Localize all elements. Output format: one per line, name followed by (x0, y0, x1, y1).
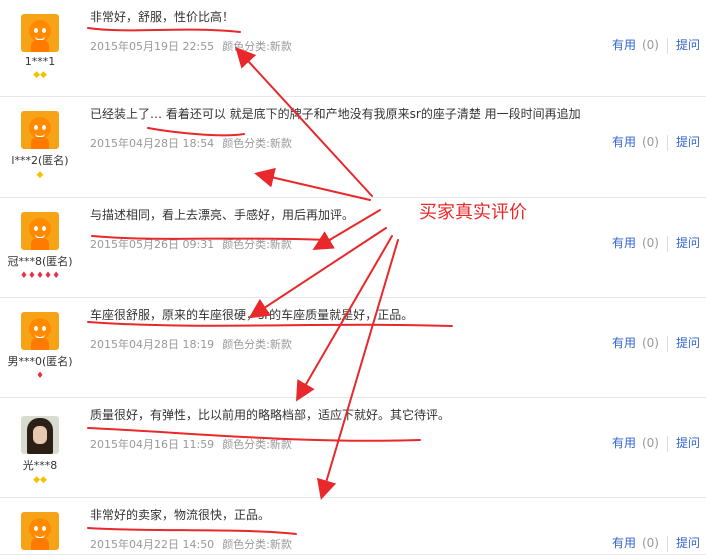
reviewer-info: 1***1 ◆◆ (0, 14, 80, 80)
action-divider (666, 435, 668, 452)
review-meta: 2015年04月22日 14:50 颜色分类:新款 (90, 536, 630, 552)
ask-question-link[interactable]: 提问 (676, 135, 700, 149)
review-text: 车座很舒服，原来的车座很硬，sr的车座质量就是好，正品。 (90, 308, 414, 322)
avatar[interactable] (21, 14, 59, 52)
credit-badge-icon: ◆◆ (33, 475, 47, 485)
reviewer-info: l***2(匿名) ◆ (0, 111, 80, 180)
review-actions: 有用 (0) 提问 (612, 534, 700, 552)
review-actions: 有用 (0) 提问 (612, 434, 700, 452)
avatar[interactable] (21, 416, 59, 454)
credit-badge-icon: ◆ (36, 170, 44, 180)
annotation-label: 买家真实评价 (419, 202, 527, 223)
action-divider (666, 37, 668, 54)
review-actions: 有用 (0) 提问 (612, 133, 700, 151)
review-actions: 有用 (0) 提问 (612, 36, 700, 54)
action-divider (666, 335, 668, 352)
review-meta: 2015年04月28日 18:19 颜色分类:新款 (90, 336, 630, 352)
review-item: 冠***8(匿名) ♦♦♦♦♦ 与描述相同，看上去漂亮、手感好，用后再加评。 2015… (0, 198, 706, 298)
ask-question-link[interactable]: 提问 (676, 436, 700, 450)
review-meta: 2015年05月26日 09:31 颜色分类:新款 (90, 236, 630, 252)
useful-count: (0) (641, 536, 659, 550)
ask-question-link[interactable]: 提问 (676, 38, 700, 52)
review-item: l***2(匿名) ◆ 已经装上了… 看着还可以 就是底下的牌子和产地没有我原来sr… (0, 97, 706, 198)
review-meta: 2015年05月19日 22:55 颜色分类:新款 (90, 38, 630, 54)
review-item: 非常好的卖家，物流很快，正品。 2015年04月22日 14:50 颜色分类:新款 有… (0, 498, 706, 555)
review-item: 1***1 ◆◆ 非常好，舒服，性价比高！ 2015年05月19日 22:55 颜色分类… (0, 0, 706, 97)
review-content: 与描述相同，看上去漂亮、手感好，用后再加评。 2015年05月26日 09:31 颜… (90, 206, 630, 252)
credit-badge-icon: ♦ (35, 371, 45, 381)
reviewer-name: 1***1 (24, 55, 56, 68)
credit-badge-icon: ◆◆ (33, 70, 47, 80)
useful-button[interactable]: 有用 (612, 135, 636, 149)
useful-button[interactable]: 有用 (612, 38, 636, 52)
review-content: 非常好，舒服，性价比高！ 2015年05月19日 22:55 颜色分类:新款 (90, 8, 630, 54)
review-content: 非常好的卖家，物流很快，正品。 2015年04月22日 14:50 颜色分类:新款 (90, 506, 630, 552)
review-text: 非常好的卖家，物流很快，正品。 (90, 508, 271, 522)
reviewer-name: 光***8 (22, 459, 58, 472)
credit-badge-icon: ♦♦♦♦♦ (19, 271, 61, 281)
useful-button[interactable]: 有用 (612, 536, 636, 550)
review-content: 质量很好，有弹性，比以前用的略略档部，适应下就好。其它待评。 2015年04月16… (90, 406, 630, 452)
review-actions: 有用 (0) 提问 (612, 234, 700, 252)
review-date: 2015年04月28日 18:54 (90, 137, 215, 150)
review-date: 2015年05月26日 09:31 (90, 238, 215, 251)
review-item: 光***8 ◆◆ 质量很好，有弹性，比以前用的略略档部，适应下就好。其它待评。 201… (0, 398, 706, 498)
ask-question-link[interactable]: 提问 (676, 236, 700, 250)
avatar[interactable] (21, 212, 59, 250)
color-category: 颜色分类:新款 (222, 538, 292, 551)
review-date: 2015年04月28日 18:19 (90, 338, 215, 351)
useful-count: (0) (641, 236, 659, 250)
color-category: 颜色分类:新款 (222, 40, 292, 53)
review-meta: 2015年04月28日 18:54 颜色分类:新款 (90, 135, 630, 151)
action-divider (666, 134, 668, 151)
review-meta: 2015年04月16日 11:59 颜色分类:新款 (90, 436, 630, 452)
avatar[interactable] (21, 512, 59, 550)
review-text: 非常好，舒服，性价比高！ (90, 10, 235, 24)
review-item: 男***0(匿名) ♦ 车座很舒服，原来的车座很硬，sr的车座质量就是好，正品。 20… (0, 298, 706, 398)
color-category: 颜色分类:新款 (222, 438, 292, 451)
ask-question-link[interactable]: 提问 (676, 336, 700, 350)
review-content: 车座很舒服，原来的车座很硬，sr的车座质量就是好，正品。 2015年04月28日 … (90, 306, 630, 352)
useful-count: (0) (641, 135, 659, 149)
review-date: 2015年05月19日 22:55 (90, 40, 215, 53)
useful-count: (0) (641, 38, 659, 52)
review-text: 与描述相同，看上去漂亮、手感好，用后再加评。 (90, 208, 355, 222)
useful-button[interactable]: 有用 (612, 436, 636, 450)
review-text: 已经装上了… 看着还可以 就是底下的牌子和产地没有我原来sr的座子清楚 用一段时… (90, 107, 581, 121)
avatar[interactable] (21, 312, 59, 350)
useful-button[interactable]: 有用 (612, 236, 636, 250)
reviewer-name: 冠***8(匿名) (7, 255, 73, 268)
reviewer-info: 男***0(匿名) ♦ (0, 312, 80, 381)
reviewer-name: 男***0(匿名) (7, 355, 73, 368)
useful-button[interactable]: 有用 (612, 336, 636, 350)
action-divider (666, 235, 668, 252)
reviewer-info: 光***8 ◆◆ (0, 416, 80, 485)
review-date: 2015年04月16日 11:59 (90, 438, 215, 451)
reviewer-name: l***2(匿名) (11, 154, 69, 167)
ask-question-link[interactable]: 提问 (676, 536, 700, 550)
useful-count: (0) (641, 436, 659, 450)
review-content: 已经装上了… 看着还可以 就是底下的牌子和产地没有我原来sr的座子清楚 用一段时… (90, 105, 630, 151)
action-divider (666, 535, 668, 552)
review-actions: 有用 (0) 提问 (612, 334, 700, 352)
avatar[interactable] (21, 111, 59, 149)
color-category: 颜色分类:新款 (222, 137, 292, 150)
color-category: 颜色分类:新款 (222, 238, 292, 251)
color-category: 颜色分类:新款 (222, 338, 292, 351)
reviewer-info (0, 512, 80, 553)
reviewer-info: 冠***8(匿名) ♦♦♦♦♦ (0, 212, 80, 281)
useful-count: (0) (641, 336, 659, 350)
review-date: 2015年04月22日 14:50 (90, 538, 215, 551)
review-text: 质量很好，有弹性，比以前用的略略档部，适应下就好。其它待评。 (90, 408, 451, 422)
